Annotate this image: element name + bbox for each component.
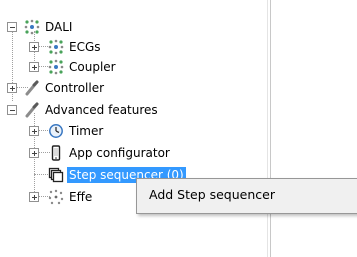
stack-icon <box>48 167 64 183</box>
expand-toggle[interactable] <box>29 126 39 136</box>
tree-node-app-configurator[interactable]: App configurator <box>48 144 172 162</box>
tree-node-label: Timer <box>69 124 104 138</box>
expand-toggle[interactable] <box>29 192 39 202</box>
wand-icon <box>24 102 40 118</box>
network-nodes-icon <box>24 19 40 35</box>
collapse-toggle[interactable] <box>7 105 17 115</box>
collapse-toggle[interactable] <box>7 22 17 32</box>
expand-toggle[interactable] <box>29 148 39 158</box>
clock-icon <box>48 123 64 139</box>
tree-node-label: Coupler <box>69 60 116 74</box>
tree-node-label: Controller <box>45 81 105 95</box>
expand-toggle[interactable] <box>7 83 17 93</box>
tree-node-timer[interactable]: Timer <box>48 122 105 140</box>
tree-node-label: DALI <box>45 20 73 34</box>
add-step-sequencer-menu-item[interactable]: Add Step sequencer <box>149 187 275 202</box>
network-nodes-icon <box>48 39 64 55</box>
tree-node-label: App configurator <box>69 146 170 160</box>
tree-node-label: Advanced features <box>45 103 158 117</box>
tree-node-label: ECGs <box>69 40 101 54</box>
tree-node-effects[interactable]: Effe <box>48 188 94 206</box>
network-nodes-icon <box>48 59 64 75</box>
phone-icon <box>48 145 64 161</box>
context-menu: Add Step sequencer <box>136 178 357 214</box>
sparkle-icon <box>48 189 64 205</box>
tree-node-ecgs[interactable]: ECGs <box>48 38 103 56</box>
tree-node-controller[interactable]: Controller <box>24 79 106 97</box>
expand-toggle[interactable] <box>29 62 39 72</box>
expand-toggle[interactable] <box>29 42 39 52</box>
tree-node-dali[interactable]: DALI <box>24 18 74 36</box>
wand-icon <box>24 80 40 96</box>
tree-node-label: Effe <box>69 190 93 204</box>
tree-panel: DALI ECGs Coupler Controller Advanced fe… <box>0 0 271 257</box>
tree-node-advanced-features[interactable]: Advanced features <box>24 101 160 119</box>
tree-node-coupler[interactable]: Coupler <box>48 58 118 76</box>
